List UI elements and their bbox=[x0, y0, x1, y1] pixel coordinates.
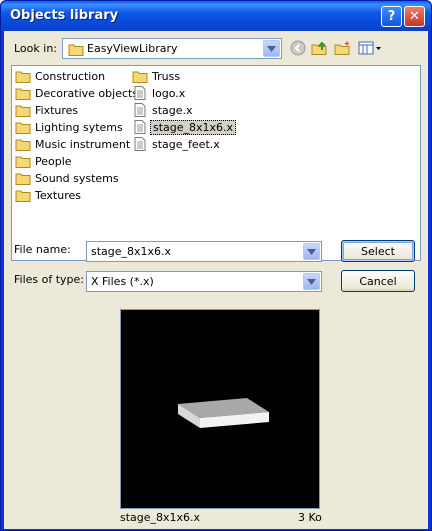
folder-icon bbox=[15, 154, 31, 168]
chevron-down-icon[interactable] bbox=[303, 243, 320, 260]
file-icon bbox=[132, 137, 148, 151]
list-item[interactable]: Textures bbox=[15, 187, 83, 203]
title-bar[interactable]: Objects library ? ✕ bbox=[1, 1, 431, 31]
list-item-label: Lighting sytems bbox=[35, 120, 123, 134]
file-icon bbox=[132, 103, 148, 117]
folder-icon bbox=[15, 69, 31, 83]
file-name-value[interactable]: stage_8x1x6.x bbox=[91, 245, 171, 258]
folder-icon bbox=[15, 171, 31, 185]
list-item[interactable]: Music instrument bbox=[15, 136, 132, 152]
list-item[interactable]: Decorative objects bbox=[15, 85, 140, 101]
list-item[interactable]: Truss bbox=[132, 68, 182, 84]
folder-icon bbox=[15, 137, 31, 151]
file-name-field[interactable]: stage_8x1x6.x bbox=[86, 241, 322, 262]
folder-icon bbox=[68, 43, 84, 59]
preview-file-size: 3 Ko bbox=[298, 511, 322, 524]
close-icon: ✕ bbox=[409, 9, 420, 24]
up-folder-icon[interactable] bbox=[311, 39, 329, 57]
list-item[interactable]: Sound systems bbox=[15, 170, 121, 186]
files-of-type-value: X Files (*.x) bbox=[91, 275, 154, 288]
chevron-down-icon[interactable] bbox=[303, 273, 320, 290]
objects-library-dialog: Objects library ? ✕ Look in: EasyViewLib… bbox=[0, 0, 432, 531]
list-item-label: People bbox=[35, 154, 72, 168]
chevron-down-icon[interactable] bbox=[263, 40, 280, 57]
list-item[interactable]: Fixtures bbox=[15, 102, 80, 118]
list-item-label: Truss bbox=[152, 69, 181, 83]
list-item[interactable]: Construction bbox=[15, 68, 107, 84]
file-icon bbox=[132, 120, 148, 134]
preview-pane bbox=[120, 309, 320, 509]
list-item-label: stage.x bbox=[152, 103, 193, 117]
folder-icon bbox=[132, 69, 148, 83]
list-item[interactable]: People bbox=[15, 153, 74, 169]
list-item[interactable]: stage_8x1x6.x bbox=[132, 119, 237, 135]
list-item-label: Sound systems bbox=[35, 171, 119, 185]
file-icon bbox=[132, 86, 148, 100]
folder-icon bbox=[15, 120, 31, 134]
files-of-type-dropdown[interactable]: X Files (*.x) bbox=[86, 271, 322, 292]
list-item-label: Construction bbox=[35, 69, 106, 83]
list-item[interactable]: stage_feet.x bbox=[132, 136, 222, 152]
list-item-label: Textures bbox=[35, 188, 81, 202]
list-item[interactable]: logo.x bbox=[132, 85, 187, 101]
help-icon: ? bbox=[387, 9, 396, 24]
view-menu-icon[interactable] bbox=[357, 39, 383, 57]
preview-file-name: stage_8x1x6.x bbox=[120, 511, 201, 524]
folder-icon bbox=[15, 86, 31, 100]
look-in-dropdown[interactable]: EasyViewLibrary bbox=[62, 38, 282, 59]
files-of-type-label: Files of type: bbox=[14, 273, 85, 286]
dialog-body: Look in: EasyViewLibrary Construction Dec… bbox=[4, 31, 428, 529]
back-icon[interactable] bbox=[289, 39, 307, 57]
list-item[interactable]: Lighting sytems bbox=[15, 119, 125, 135]
file-list[interactable]: Construction Decorative objects Fixtures Li… bbox=[11, 65, 421, 261]
list-item-label: Decorative objects bbox=[35, 86, 139, 100]
help-button[interactable]: ? bbox=[381, 6, 402, 27]
look-in-value: EasyViewLibrary bbox=[87, 42, 178, 55]
window-title: Objects library bbox=[10, 8, 119, 23]
list-item[interactable]: stage.x bbox=[132, 102, 195, 118]
list-item-label: Music instrument bbox=[35, 137, 131, 151]
cancel-button[interactable]: Cancel bbox=[341, 270, 415, 292]
select-button[interactable]: Select bbox=[341, 240, 415, 262]
stage-model-preview bbox=[178, 398, 269, 428]
look-in-label: Look in: bbox=[14, 42, 57, 55]
list-item-label: logo.x bbox=[152, 86, 186, 100]
close-button[interactable]: ✕ bbox=[404, 6, 425, 27]
folder-icon bbox=[15, 103, 31, 117]
list-item-label: Fixtures bbox=[35, 103, 79, 117]
new-folder-icon[interactable] bbox=[334, 39, 352, 57]
file-name-label: File name: bbox=[14, 243, 71, 256]
folder-icon bbox=[15, 188, 31, 202]
list-item-label: stage_8x1x6.x bbox=[150, 119, 237, 135]
list-item-label: stage_feet.x bbox=[152, 137, 220, 151]
